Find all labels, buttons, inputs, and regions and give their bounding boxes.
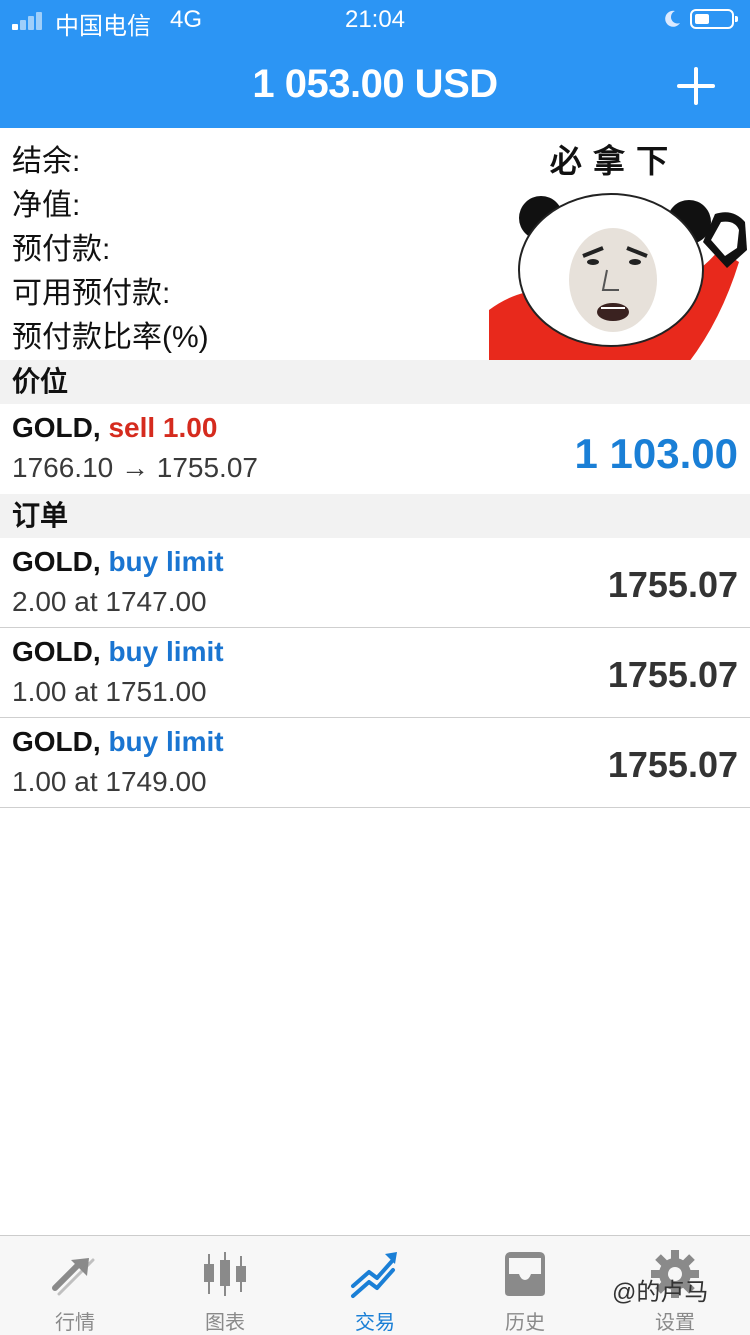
battery-icon (690, 9, 738, 29)
tab-label: 设置 (655, 1312, 695, 1334)
tab-quotes[interactable]: 行情 (0, 1236, 150, 1335)
order-price: 1755.07 (607, 744, 738, 785)
order-symbol: GOLD, (12, 726, 101, 757)
position-symbol: GOLD, (12, 412, 101, 443)
balance-title: 1 053.00 USD (252, 62, 498, 106)
trade-icon (351, 1252, 397, 1298)
tab-label: 历史 (505, 1312, 545, 1334)
panda-meme-image: 必 拿 下 (489, 130, 750, 362)
orders-section-header: 订单 (0, 494, 750, 538)
order-detail: 2.00 at 1747.00 (12, 586, 207, 617)
balance-label: 结余: (12, 145, 81, 178)
watermark: @的卢马 (612, 1279, 709, 1306)
tab-label: 图表 (205, 1312, 245, 1334)
status-bar: 中国电信 4G 21:04 (0, 0, 750, 42)
app-header: 中国电信 4G 21:04 1 053.00 USD (0, 0, 750, 128)
order-detail: 1.00 at 1749.00 (12, 766, 207, 797)
order-row[interactable]: GOLD, buy limit 1.00 at 1751.00 1755.07 (0, 628, 750, 717)
order-symbol: GOLD, (12, 546, 101, 577)
tab-label: 行情 (55, 1312, 95, 1334)
margin-level-label: 预付款比率(%) (12, 321, 209, 354)
order-type: buy limit (108, 546, 224, 577)
order-symbol: GOLD, (12, 636, 101, 667)
tab-label: 交易 (355, 1312, 395, 1334)
status-time: 21:04 (344, 6, 406, 33)
positions-section-header: 价位 (0, 360, 750, 404)
tab-trade[interactable]: 交易 (300, 1236, 450, 1335)
free-margin-label: 可用预付款: (12, 277, 171, 310)
order-type: buy limit (108, 636, 224, 667)
order-row[interactable]: GOLD, buy limit 1.00 at 1749.00 1755.07 (0, 718, 750, 807)
chart-icon (204, 1252, 246, 1296)
position-action: sell 1.00 (108, 412, 218, 443)
tab-history[interactable]: 历史 (450, 1236, 600, 1335)
order-price: 1755.07 (607, 564, 738, 605)
history-icon (505, 1252, 545, 1296)
position-row[interactable]: GOLD, sell 1.00 1766.10 → 1755.07 1 103.… (0, 404, 750, 492)
row-divider (0, 807, 750, 808)
tab-chart[interactable]: 图表 (150, 1236, 300, 1335)
order-detail: 1.00 at 1751.00 (12, 676, 207, 707)
margin-label: 预付款: (12, 233, 111, 266)
meme-caption: 必 拿 下 (550, 142, 668, 180)
do-not-disturb-icon (665, 10, 680, 27)
order-type: buy limit (108, 726, 224, 757)
equity-label: 净值: (12, 189, 81, 222)
order-price: 1755.07 (607, 654, 738, 695)
order-row[interactable]: GOLD, buy limit 2.00 at 1747.00 1755.07 (0, 538, 750, 627)
position-prices: 1766.10 → 1755.07 (12, 452, 258, 483)
quotes-icon (52, 1258, 95, 1296)
plus-icon[interactable] (676, 66, 716, 106)
position-profit: 1 103.00 (574, 430, 739, 477)
